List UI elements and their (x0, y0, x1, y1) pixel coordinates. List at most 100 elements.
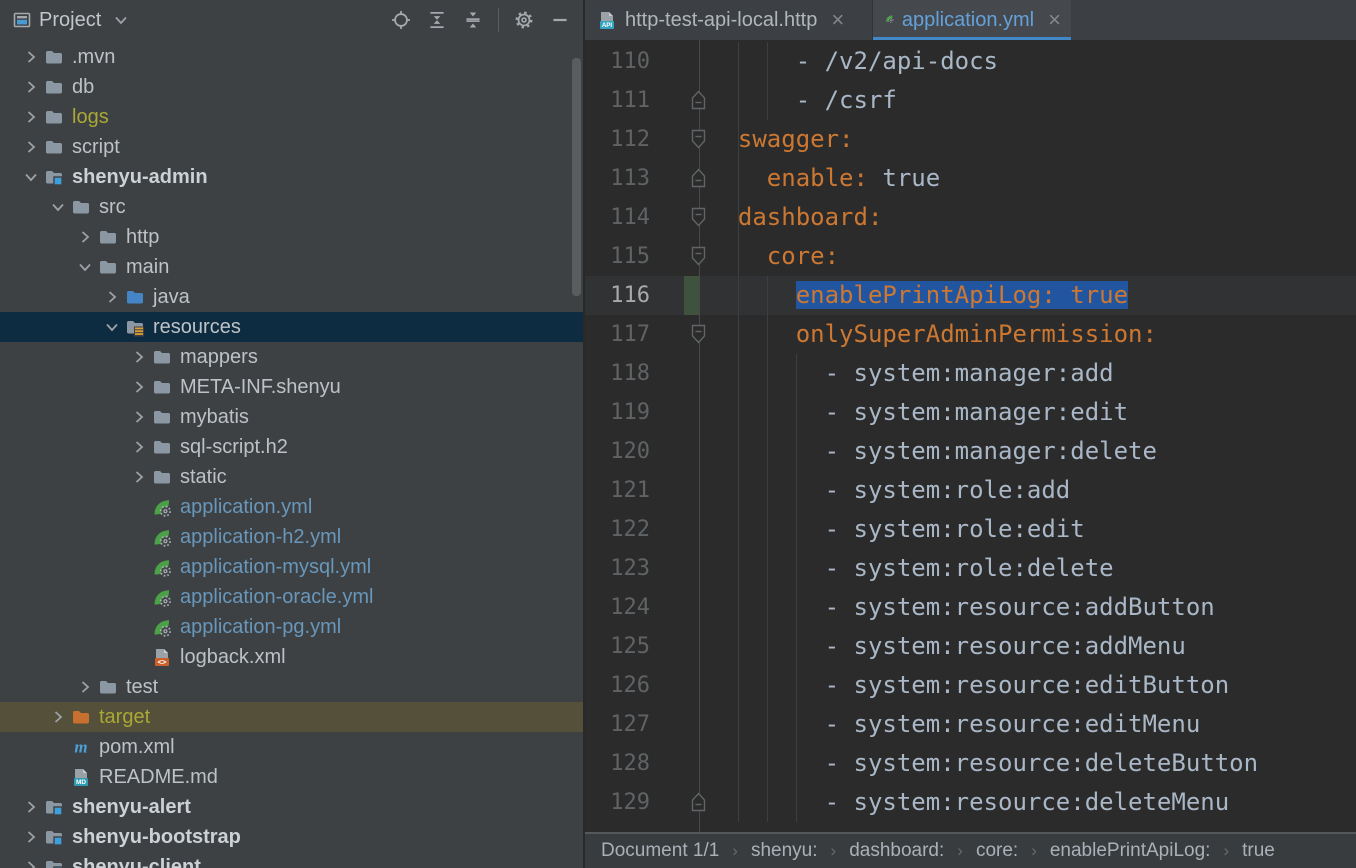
tree-item-application-mysql-yml[interactable]: application-mysql.yml (0, 552, 583, 582)
tree-item-sql-script-h2[interactable]: sql-script.h2 (0, 432, 583, 462)
code-text[interactable]: - system:resource:deleteButton (709, 744, 1258, 783)
tree-item-pom-xml[interactable]: mpom.xml (0, 732, 583, 762)
fold-start-icon[interactable] (691, 207, 706, 227)
code-text[interactable]: - /csrf (709, 81, 897, 120)
chevron-right-icon[interactable] (18, 857, 44, 868)
tree-item-test[interactable]: test (0, 672, 583, 702)
chevron-right-icon[interactable] (18, 827, 44, 847)
tree-item-readme-md[interactable]: MDREADME.md (0, 762, 583, 792)
code-text[interactable]: - system:role:add (709, 471, 1070, 510)
tree-item-shenyu-alert[interactable]: shenyu-alert (0, 792, 583, 822)
tree-item-shenyu-client[interactable]: shenyu-client (0, 852, 583, 868)
editor-tab-http-test-api-local-http[interactable]: APIhttp-test-api-local.http× (585, 0, 873, 40)
tree-item-target[interactable]: target (0, 702, 583, 732)
code-line-128: 128 - system:resource:deleteButton (585, 744, 1356, 783)
code-text[interactable]: swagger: (709, 120, 854, 159)
chevron-right-icon[interactable] (72, 227, 98, 247)
chevron-right-icon[interactable] (126, 437, 152, 457)
chevron-down-icon[interactable] (45, 197, 71, 217)
tree-item-logback-xml[interactable]: <>logback.xml (0, 642, 583, 672)
code-text[interactable]: enablePrintApiLog: true (709, 276, 1128, 315)
vcs-change-marker[interactable] (684, 276, 699, 315)
tree-item-application-h2-yml[interactable]: application-h2.yml (0, 522, 583, 552)
tree-item-shenyu-admin[interactable]: shenyu-admin (0, 162, 583, 192)
editor-area[interactable]: 110 - /v2/api-docs111 - /csrf112 swagger… (585, 40, 1356, 832)
folder-icon (152, 407, 172, 427)
fold-end-icon[interactable] (691, 168, 706, 188)
code-text[interactable]: - system:manager:edit (709, 393, 1128, 432)
chevron-right-icon[interactable] (126, 347, 152, 367)
expand-all-icon[interactable] (426, 9, 448, 31)
tree-item--mvn[interactable]: .mvn (0, 42, 583, 72)
code-text[interactable]: - system:role:delete (709, 549, 1114, 588)
code-text[interactable]: dashboard: (709, 198, 882, 237)
tree-item-mappers[interactable]: mappers (0, 342, 583, 372)
code-text[interactable]: onlySuperAdminPermission: (709, 315, 1157, 354)
fold-start-icon[interactable] (691, 246, 706, 266)
tree-item-script[interactable]: script (0, 132, 583, 162)
chevron-down-icon[interactable] (18, 167, 44, 187)
code-text[interactable]: core: (709, 237, 839, 276)
chevron-down-icon[interactable] (72, 257, 98, 277)
chevron-right-icon[interactable] (45, 707, 71, 727)
chevron-right-icon[interactable] (18, 47, 44, 67)
tree-item-http[interactable]: http (0, 222, 583, 252)
editor-tab-application-yml[interactable]: application.yml× (873, 0, 1071, 40)
code-text[interactable]: - /v2/api-docs (709, 42, 998, 81)
tree-item-db[interactable]: db (0, 72, 583, 102)
chevron-right-icon[interactable] (18, 107, 44, 127)
chevron-right-icon[interactable] (18, 797, 44, 817)
tree-scrollbar[interactable] (572, 58, 581, 296)
chevron-right-icon[interactable] (18, 137, 44, 157)
breadcrumb-item[interactable]: enablePrintApiLog: (1050, 840, 1211, 862)
fold-end-icon[interactable] (691, 90, 706, 110)
breadcrumb-item[interactable]: Document 1/1 (601, 840, 719, 862)
tree-item-mybatis[interactable]: mybatis (0, 402, 583, 432)
chevron-right-icon[interactable] (18, 77, 44, 97)
hide-panel-icon[interactable] (549, 9, 571, 31)
chevron-right-icon[interactable] (126, 467, 152, 487)
folder-module-icon (44, 797, 64, 817)
tree-item-static[interactable]: static (0, 462, 583, 492)
chevron-right-icon[interactable] (99, 287, 125, 307)
chevron-down-icon[interactable] (111, 10, 131, 30)
code-text[interactable]: - system:resource:editButton (709, 666, 1229, 705)
tree-item-java[interactable]: java (0, 282, 583, 312)
fold-end-icon[interactable] (691, 792, 706, 812)
code-text[interactable]: - system:role:edit (709, 510, 1085, 549)
tree-item-shenyu-bootstrap[interactable]: shenyu-bootstrap (0, 822, 583, 852)
line-number: 122 (588, 510, 650, 549)
code-text[interactable]: - system:manager:add (709, 354, 1114, 393)
code-text[interactable]: - system:manager:delete (709, 432, 1157, 471)
code-line-118: 118 - system:manager:add (585, 354, 1356, 393)
close-icon[interactable]: × (1048, 10, 1061, 30)
breadcrumb-item[interactable]: shenyu: (751, 840, 818, 862)
code-text[interactable]: - system:resource:editMenu (709, 705, 1200, 744)
breadcrumb-item[interactable]: core: (976, 840, 1018, 862)
tree-item-meta-inf-shenyu[interactable]: META-INF.shenyu (0, 372, 583, 402)
locate-icon[interactable] (390, 9, 412, 31)
chevron-right-icon[interactable] (126, 377, 152, 397)
collapse-all-icon[interactable] (462, 9, 484, 31)
code-text[interactable]: enable: true (709, 159, 940, 198)
tree-item-logs[interactable]: logs (0, 102, 583, 132)
chevron-down-icon[interactable] (99, 317, 125, 337)
tree-item-resources[interactable]: resources (0, 312, 583, 342)
tree-item-application-yml[interactable]: application.yml (0, 492, 583, 522)
breadcrumb-item[interactable]: dashboard: (849, 840, 944, 862)
tree-item-application-pg-yml[interactable]: application-pg.yml (0, 612, 583, 642)
tree-item-src[interactable]: src (0, 192, 583, 222)
tree-item-label: mybatis (180, 406, 249, 429)
code-text[interactable]: - system:resource:addButton (709, 588, 1215, 627)
tree-item-application-oracle-yml[interactable]: application-oracle.yml (0, 582, 583, 612)
fold-start-icon[interactable] (691, 324, 706, 344)
settings-gear-icon[interactable] (513, 9, 535, 31)
code-text[interactable]: - system:resource:deleteMenu (709, 783, 1229, 822)
close-icon[interactable]: × (831, 10, 844, 30)
chevron-right-icon[interactable] (72, 677, 98, 697)
fold-start-icon[interactable] (691, 129, 706, 149)
chevron-right-icon[interactable] (126, 407, 152, 427)
breadcrumb-item[interactable]: true (1242, 840, 1275, 862)
code-text[interactable]: - system:resource:addMenu (709, 627, 1186, 666)
tree-item-main[interactable]: main (0, 252, 583, 282)
